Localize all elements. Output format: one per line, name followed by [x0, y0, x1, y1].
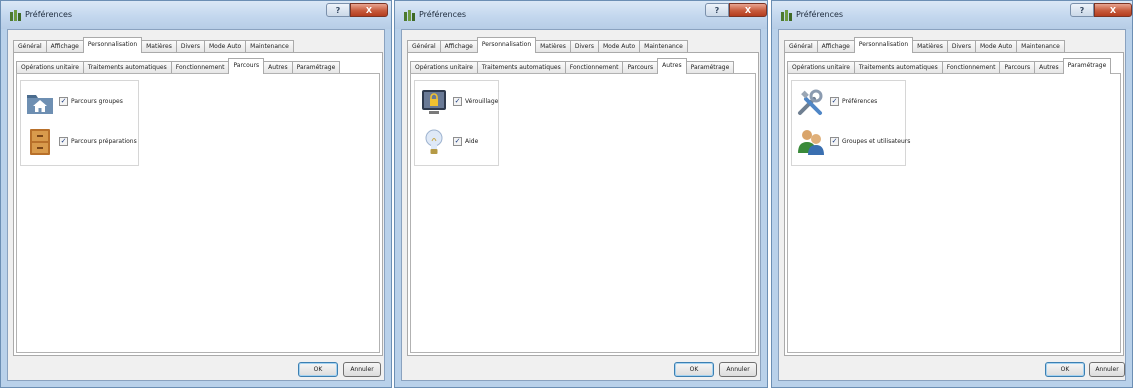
tab-personnalisation[interactable]: Personnalisation	[476, 37, 537, 53]
option-aide[interactable]: ✓ Aide	[419, 127, 495, 157]
help-button[interactable]: ?	[326, 3, 350, 17]
cabinet-icon	[30, 129, 50, 155]
window-title: Préférences	[419, 10, 467, 19]
tab-personnalisation[interactable]: Personnalisation	[853, 37, 914, 53]
cancel-button[interactable]: Annuler	[343, 362, 381, 377]
groupes-utilisateurs-label: Groupes et utilisateurs	[842, 138, 911, 145]
title-bar[interactable]: Préférences ? X	[772, 1, 1132, 29]
tools-icon	[798, 89, 823, 115]
subtab-parcours[interactable]: Parcours	[228, 58, 265, 74]
parcours-groupes-checkbox[interactable]: ✓	[59, 97, 68, 106]
option-groupes-utilisateurs[interactable]: ✓ Groupes et utilisateurs	[796, 127, 910, 157]
top-tab-row: Général Affichage Personnalisation Matiè…	[407, 37, 688, 53]
close-button[interactable]: X	[1094, 3, 1132, 17]
inner-tab-panel: ✓ Vérouillage ✓ Aide	[410, 73, 756, 353]
options-group: ✓ Vérouillage ✓ Aide	[414, 80, 499, 166]
sub-tab-row: Opérations unitaire Traitements automati…	[410, 58, 735, 74]
inner-tab-panel: ✓ Parcours groupes ✓ Parcours préparatio…	[16, 73, 380, 353]
ok-button[interactable]: OK	[674, 362, 714, 377]
window-title: Préférences	[25, 10, 73, 19]
aide-checkbox[interactable]: ✓	[453, 137, 462, 146]
dialog-client-area: Général Affichage Personnalisation Matiè…	[7, 29, 385, 381]
preferences-label: Préférences	[842, 98, 878, 105]
home-folder-icon	[27, 95, 53, 114]
options-group: ✓ Parcours groupes ✓ Parcours préparatio…	[20, 80, 139, 166]
option-parcours-preparations[interactable]: ✓ Parcours préparations	[25, 127, 137, 157]
outer-tab-panel: Opérations unitaire Traitements automati…	[13, 52, 383, 356]
verouillage-checkbox[interactable]: ✓	[453, 97, 462, 106]
lock-screen-icon	[422, 90, 446, 114]
ok-button[interactable]: OK	[298, 362, 338, 377]
outer-tab-panel: Opérations unitaire Traitements automati…	[407, 52, 759, 356]
verouillage-label: Vérouillage	[465, 98, 499, 105]
preferences-checkbox[interactable]: ✓	[830, 97, 839, 106]
options-group: ✓ Préférences ✓ Groupes et utilisateurs	[791, 80, 910, 166]
subtab-autres[interactable]: Autres	[657, 58, 687, 74]
cancel-button[interactable]: Annuler	[719, 362, 757, 377]
dialog-client-area: Général Affichage Personnalisation Matiè…	[778, 29, 1126, 381]
help-button[interactable]: ?	[705, 3, 729, 17]
window-title: Préférences	[796, 10, 844, 19]
option-parcours-groupes[interactable]: ✓ Parcours groupes	[25, 87, 135, 117]
close-button[interactable]: X	[729, 3, 767, 17]
tab-personnalisation[interactable]: Personnalisation	[82, 37, 143, 53]
dialog-client-area: Général Affichage Personnalisation Matiè…	[401, 29, 761, 381]
inner-tab-panel: ✓ Préférences ✓ Groupes et utilisateurs	[787, 73, 1121, 353]
close-button[interactable]: X	[350, 3, 388, 17]
parcours-preparations-checkbox[interactable]: ✓	[59, 137, 68, 146]
ok-button[interactable]: OK	[1045, 362, 1085, 377]
parcours-groupes-label: Parcours groupes	[71, 98, 123, 105]
app-icon	[781, 10, 792, 21]
preferences-dialog-parcours: Préférences ? X Général Affichage Person…	[0, 0, 392, 388]
subtab-parametrage[interactable]: Paramétrage	[1062, 58, 1112, 74]
top-tab-row: Général Affichage Personnalisation Matiè…	[13, 37, 294, 53]
groupes-utilisateurs-checkbox[interactable]: ✓	[830, 137, 839, 146]
lightbulb-icon	[425, 129, 443, 154]
option-verouillage[interactable]: ✓ Vérouillage	[419, 87, 499, 117]
aide-label: Aide	[465, 138, 479, 145]
title-bar[interactable]: Préférences ? X	[1, 1, 391, 29]
cancel-button[interactable]: Annuler	[1089, 362, 1125, 377]
top-tab-row: Général Affichage Personnalisation Matiè…	[784, 37, 1065, 53]
users-icon	[798, 130, 824, 155]
app-icon	[10, 10, 21, 21]
app-icon	[404, 10, 415, 21]
parcours-preparations-label: Parcours préparations	[71, 138, 137, 145]
preferences-dialog-parametrage: Préférences ? X Général Affichage Person…	[771, 0, 1133, 388]
option-preferences[interactable]: ✓ Préférences	[796, 87, 902, 117]
preferences-dialog-autres: Préférences ? X Général Affichage Person…	[394, 0, 768, 388]
sub-tab-row: Opérations unitaire Traitements automati…	[787, 58, 1112, 74]
title-bar[interactable]: Préférences ? X	[395, 1, 767, 29]
help-button[interactable]: ?	[1070, 3, 1094, 17]
outer-tab-panel: Opérations unitaire Traitements automati…	[784, 52, 1124, 356]
sub-tab-row: Opérations unitaire Traitements automati…	[16, 58, 341, 74]
